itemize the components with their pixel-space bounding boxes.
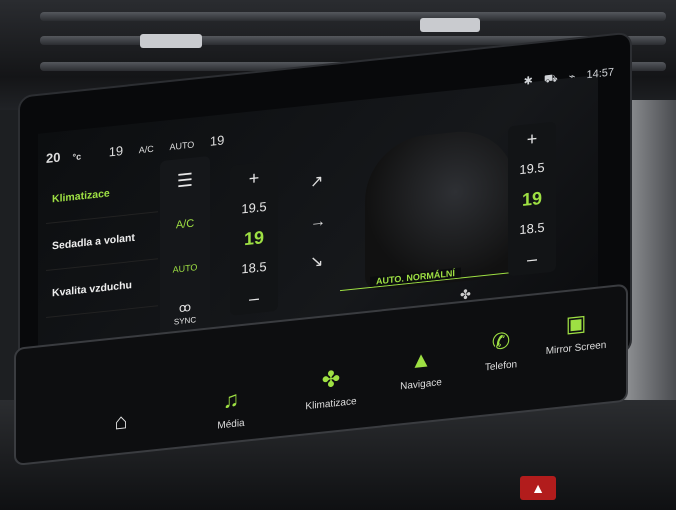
climate-label: Klimatizace	[305, 395, 357, 413]
climate-button[interactable]: ✤ Klimatizace	[286, 362, 376, 414]
auto-indicator: AUTO	[169, 139, 195, 153]
signal-icon: ⌁	[568, 70, 576, 84]
left-temp-selector: + 19.5 19 18.5 –	[230, 160, 278, 316]
right-temp-minus[interactable]: –	[508, 241, 556, 276]
phone-label: Telefon	[484, 359, 518, 374]
sync-icon: ꝏ	[178, 299, 192, 316]
media-label: Média	[217, 417, 245, 432]
media-button[interactable]: ♫ Média	[186, 382, 276, 434]
left-temp-value: 20	[46, 149, 61, 167]
right-temp-readout: 19	[209, 132, 225, 149]
ac-indicator: A/C	[138, 143, 154, 156]
mirror-screen-icon: ▣	[565, 309, 587, 338]
home-icon: ⌂	[114, 408, 128, 435]
vent-slat	[40, 12, 666, 21]
navigation-arrow-icon: ▲	[410, 346, 432, 374]
menu-icon[interactable]: ☰	[160, 156, 210, 205]
mirror-screen-button[interactable]: ▣ Mirror Screen	[531, 306, 621, 358]
seat-illustration	[365, 125, 515, 292]
top-temp-2: 19	[108, 142, 124, 160]
arrow-up-right-icon[interactable]: ↗	[310, 160, 340, 203]
temp-unit: °c	[72, 151, 82, 163]
arrow-down-right-icon[interactable]: ↘	[310, 240, 340, 283]
left-temp-minus[interactable]: –	[230, 281, 278, 316]
vent-knob[interactable]	[140, 34, 202, 48]
home-button[interactable]: ⌂	[76, 404, 166, 445]
arrow-right-icon[interactable]: →	[310, 200, 340, 243]
hazard-icon: ▲	[531, 480, 545, 496]
bluetooth-icon: ✱	[523, 74, 533, 88]
climate-menu: Klimatizace Sedadla a volant Kvalita vzd…	[46, 165, 158, 319]
ac-button[interactable]: A/C	[160, 200, 210, 249]
car-icon: ⛟	[543, 72, 558, 86]
sync-label: SYNC	[173, 315, 197, 327]
airflow-directions: ↗ → ↘	[310, 160, 340, 283]
auto-button[interactable]: AUTO	[160, 244, 210, 293]
fan-icon: ✤	[321, 365, 341, 393]
navigation-button[interactable]: ▲ Navigace	[376, 342, 466, 394]
right-temp-selector: + 19.5 19 18.5 –	[508, 121, 556, 277]
music-icon: ♫	[222, 386, 240, 414]
clock: 14:57	[586, 66, 614, 82]
hazard-button[interactable]: ▲	[520, 476, 556, 500]
climate-controls: ☰ A/C AUTO ꝏ SYNC	[160, 155, 210, 352]
vent-knob[interactable]	[420, 18, 480, 32]
navigation-label: Navigace	[400, 377, 442, 393]
mirror-label: Mirror Screen	[545, 339, 607, 358]
